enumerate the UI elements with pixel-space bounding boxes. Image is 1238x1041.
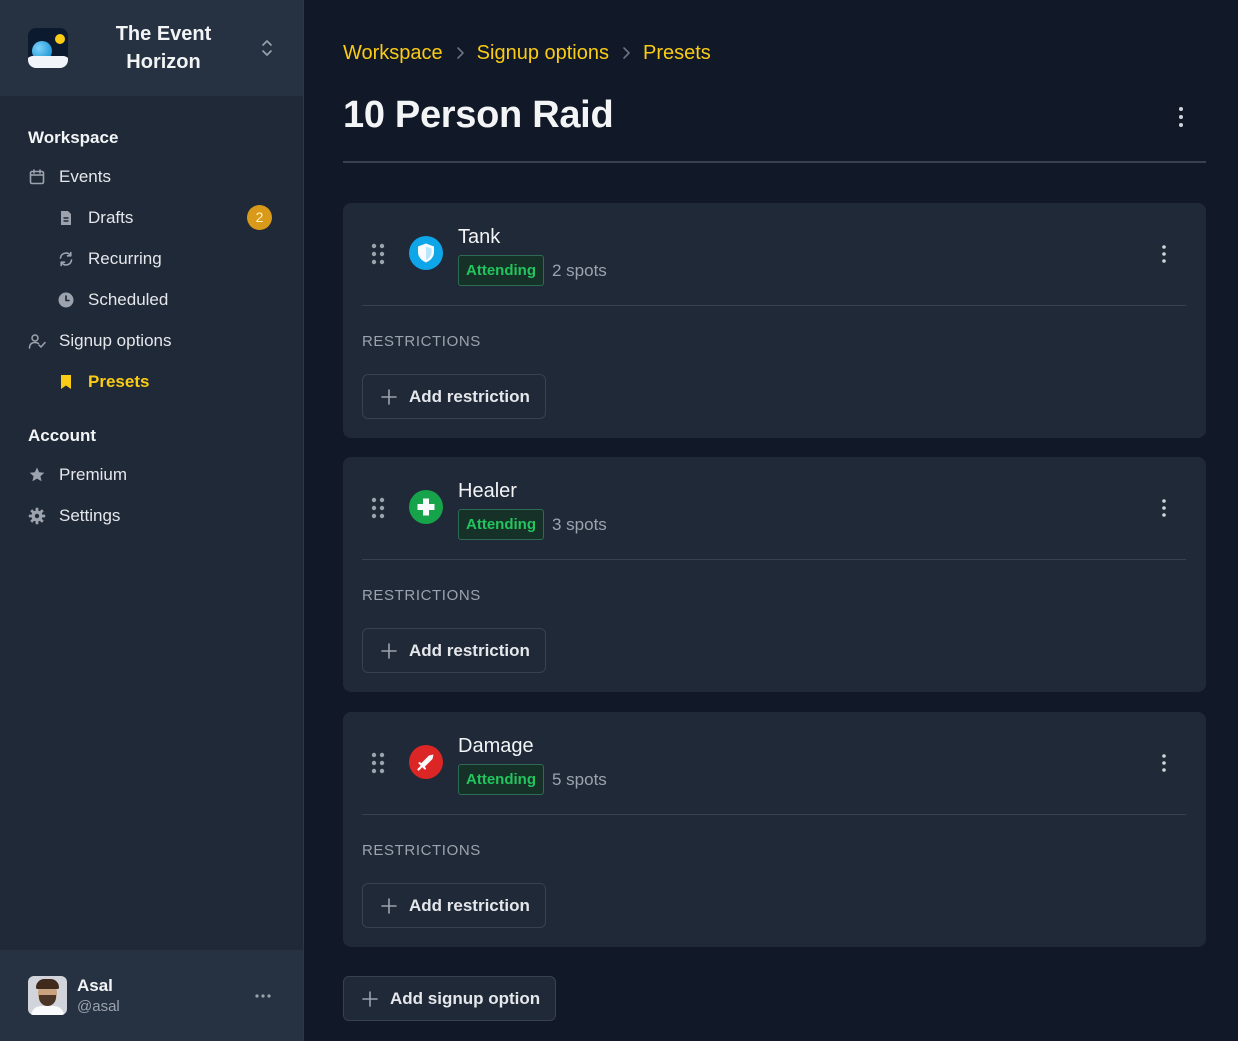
chevron-right-icon — [455, 46, 465, 60]
role-name: Damage — [458, 735, 534, 757]
workspace-switcher[interactable]: The Event Horizon — [0, 0, 303, 96]
signup-option-card-healer: Healer Attending 3 spots RESTRICTIONS Ad… — [343, 457, 1206, 692]
plus-icon — [381, 388, 397, 405]
plus-icon — [381, 642, 397, 659]
add-restriction-button[interactable]: Add restriction — [362, 374, 546, 419]
user-profile[interactable]: Asal @asal — [0, 950, 303, 1041]
sidebar-item-drafts[interactable]: Drafts 2 — [0, 197, 303, 238]
sidebar-item-settings[interactable]: Settings — [0, 495, 303, 536]
sidebar: The Event Horizon Workspace Events Draft… — [0, 0, 304, 1041]
sidebar-item-label: Signup options — [59, 330, 172, 350]
cross-icon — [409, 490, 443, 524]
page-title: 10 Person Raid — [343, 94, 614, 136]
nav-section-workspace: Workspace — [28, 128, 119, 147]
sidebar-item-label: Scheduled — [88, 289, 169, 309]
status-badge: Attending — [458, 764, 544, 795]
drag-handle-icon[interactable] — [370, 496, 386, 520]
restrictions-label: RESTRICTIONS — [362, 842, 481, 859]
role-name: Healer — [458, 480, 517, 502]
signup-option-card-damage: Damage Attending 5 spots RESTRICTIONS Ad… — [343, 712, 1206, 947]
role-name: Tank — [458, 226, 501, 248]
breadcrumb-signup-options[interactable]: Signup options — [477, 42, 609, 65]
star-icon — [28, 466, 46, 484]
add-restriction-button[interactable]: Add restriction — [362, 883, 546, 928]
breadcrumb-workspace[interactable]: Workspace — [343, 42, 443, 65]
user-check-icon — [28, 332, 46, 350]
calendar-icon — [28, 168, 46, 186]
card-divider — [362, 305, 1186, 306]
sidebar-item-scheduled[interactable]: Scheduled — [0, 279, 303, 320]
plus-icon — [381, 897, 397, 914]
status-badge: Attending — [458, 509, 544, 540]
sidebar-item-label: Drafts — [88, 207, 134, 227]
more-vertical-icon[interactable] — [1171, 104, 1191, 130]
gear-icon — [28, 507, 46, 525]
breadcrumb: Workspace Signup options Presets — [343, 40, 711, 66]
restrictions-label: RESTRICTIONS — [362, 333, 481, 350]
spots-count: 2 spots — [552, 261, 607, 280]
clock-icon — [57, 291, 75, 309]
sidebar-item-presets[interactable]: Presets — [0, 361, 303, 402]
sword-icon — [409, 745, 443, 779]
add-restriction-label: Add restriction — [409, 640, 530, 660]
document-icon — [57, 209, 75, 227]
add-restriction-label: Add restriction — [409, 895, 530, 915]
more-vertical-icon[interactable] — [1154, 751, 1174, 775]
restrictions-label: RESTRICTIONS — [362, 587, 481, 604]
more-vertical-icon[interactable] — [1154, 496, 1174, 520]
drag-handle-icon[interactable] — [370, 242, 386, 266]
sidebar-item-signup-options[interactable]: Signup options — [0, 320, 303, 361]
spots-count: 5 spots — [552, 770, 607, 789]
avatar — [28, 976, 67, 1015]
spots-count: 3 spots — [552, 515, 607, 534]
add-signup-option-button[interactable]: Add signup option — [343, 976, 557, 1021]
add-signup-option-label: Add signup option — [390, 988, 541, 1008]
user-handle: @asal — [77, 997, 120, 1015]
sidebar-item-events[interactable]: Events — [0, 156, 303, 197]
chevron-right-icon — [621, 46, 631, 60]
drafts-count-badge: 2 — [247, 205, 272, 230]
more-vertical-icon[interactable] — [1154, 242, 1174, 266]
sidebar-item-label: Settings — [59, 505, 121, 525]
card-divider — [362, 814, 1186, 815]
card-divider — [362, 559, 1186, 560]
refresh-icon — [57, 250, 75, 268]
sidebar-item-label: Premium — [59, 464, 128, 484]
nav-section-account: Account — [28, 426, 96, 445]
shield-icon — [409, 236, 443, 270]
drag-handle-icon[interactable] — [370, 751, 386, 775]
brand-name: The Event Horizon — [115, 23, 212, 73]
sidebar-item-label: Recurring — [88, 248, 162, 268]
chevron-up-down-icon[interactable] — [259, 36, 275, 60]
user-name: Asal — [77, 975, 113, 995]
sidebar-item-premium[interactable]: Premium — [0, 454, 303, 495]
add-restriction-label: Add restriction — [409, 386, 530, 406]
sidebar-item-label: Events — [59, 166, 111, 186]
sidebar-nav: Workspace Events Drafts 2 Recurring Sche… — [0, 96, 303, 536]
signup-option-card-tank: Tank Attending 2 spots RESTRICTIONS Add … — [343, 203, 1206, 438]
bookmark-icon — [57, 373, 75, 391]
more-horizontal-icon[interactable] — [253, 988, 273, 1004]
sidebar-item-label: Presets — [88, 371, 150, 391]
brand-logo — [28, 28, 68, 68]
breadcrumb-presets[interactable]: Presets — [643, 42, 711, 65]
sidebar-item-recurring[interactable]: Recurring — [0, 238, 303, 279]
title-divider — [343, 161, 1206, 163]
status-badge: Attending — [458, 255, 544, 286]
add-restriction-button[interactable]: Add restriction — [362, 628, 546, 673]
plus-icon — [362, 990, 378, 1007]
